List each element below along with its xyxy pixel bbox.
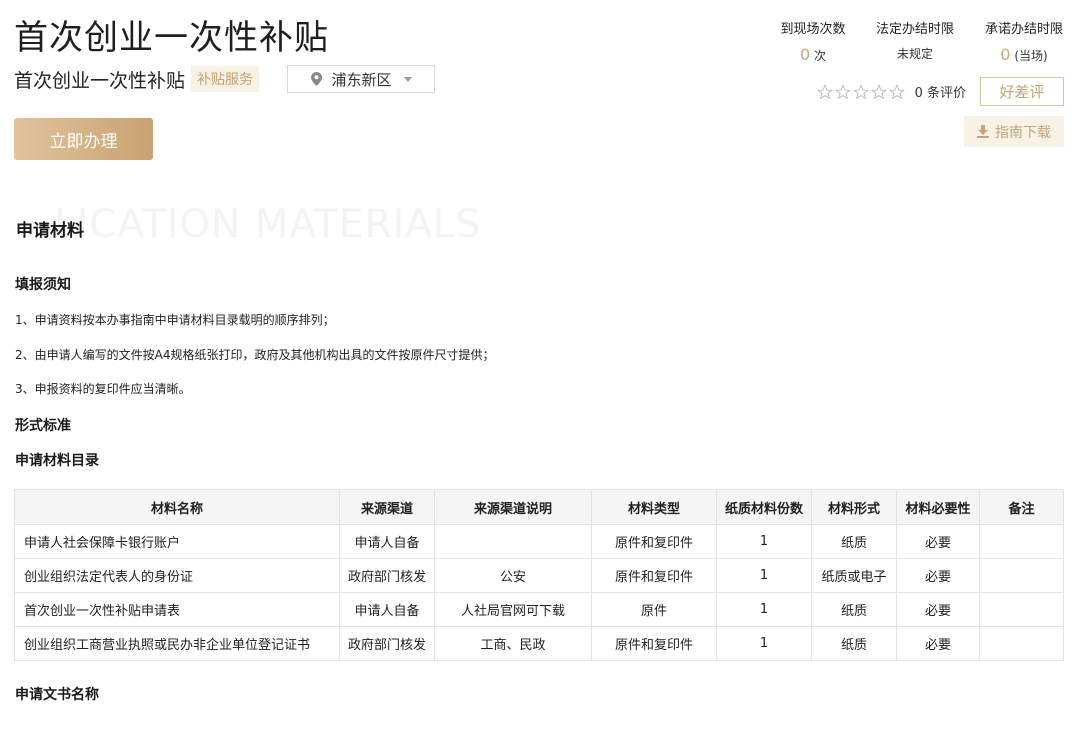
table-cell: 1: [716, 592, 812, 627]
table-cell: 必要: [896, 626, 980, 661]
table-cell: 政府部门核发: [339, 558, 435, 593]
table-row: 创业组织法定代表人的身份证 政府部门核发 公安 原件和复印件 1 纸质或电子 必…: [14, 558, 1064, 593]
table-cell: [979, 626, 1064, 661]
region-select[interactable]: 浦东新区: [287, 65, 436, 93]
table-cell: 创业组织法定代表人的身份证: [14, 558, 340, 593]
catalog-title: 申请材料目录: [15, 453, 99, 469]
table-cell: 申请人社会保障卡银行账户: [14, 524, 340, 559]
stat-visits: 到现场次数 0 次: [780, 18, 846, 64]
table-cell: 创业组织工商营业执照或民办非企业单位登记证书: [14, 626, 340, 661]
stat-value: 未规定: [896, 47, 933, 61]
section-title: 申请材料: [16, 221, 84, 241]
chevron-down-icon: [403, 76, 412, 82]
format-title: 形式标准: [15, 418, 71, 434]
stat-label: 到现场次数: [780, 22, 846, 37]
notice-item: 3、申报资料的复印件应当清晰。: [15, 382, 191, 396]
column-header: 备注: [979, 489, 1064, 525]
column-header: 材料名称: [14, 489, 340, 525]
table-cell: 必要: [896, 592, 980, 627]
column-header: 材料必要性: [896, 489, 980, 525]
section-watermark: LICATION MATERIALS: [54, 202, 482, 247]
table-cell: 申请人自备: [339, 524, 435, 559]
download-icon: [977, 125, 989, 138]
stat-value: 0: [1000, 45, 1011, 64]
star-icon[interactable]: [834, 83, 851, 100]
stat-label: 承诺办结时限: [984, 22, 1063, 37]
region-label: 浦东新区: [331, 70, 392, 89]
table-cell: 人社局官网可下载: [434, 592, 592, 627]
stat-value: 0: [799, 45, 811, 64]
apply-now-button[interactable]: 立即办理: [14, 118, 153, 160]
location-pin-icon: [310, 72, 322, 86]
table-row: 申请人社会保障卡银行账户 申请人自备 原件和复印件 1 纸质 必要: [14, 524, 1064, 559]
page-title: 首次创业一次性补贴: [14, 18, 329, 58]
table-cell: 公安: [434, 558, 592, 593]
subtitle: 首次创业一次性补贴: [14, 69, 186, 92]
star-rating: [816, 83, 905, 100]
star-icon[interactable]: [852, 83, 869, 100]
stat-label: 法定办结时限: [875, 22, 954, 37]
table-cell: 原件和复印件: [591, 558, 717, 593]
download-label: 指南下载: [995, 124, 1051, 141]
table-row: 创业组织工商营业执照或民办非企业单位登记证书 政府部门核发 工商、民政 原件和复…: [14, 626, 1064, 661]
notice-title: 填报须知: [15, 277, 71, 293]
section-header: LICATION MATERIALS 申请材料: [14, 202, 614, 250]
table-cell: 纸质: [811, 592, 897, 627]
column-header: 纸质材料份数: [716, 489, 812, 525]
materials-table: 材料名称 来源渠道 来源渠道说明 材料类型 纸质材料份数 材料形式 材料必要性 …: [14, 489, 1064, 661]
table-cell: 政府部门核发: [339, 626, 435, 661]
table-cell: [979, 592, 1064, 627]
table-cell: [434, 524, 592, 559]
documents-title: 申请文书名称: [15, 687, 99, 703]
table-cell: 原件和复印件: [591, 524, 717, 559]
guide-download-button[interactable]: 指南下载: [964, 116, 1064, 147]
stat-unit: (当场): [1014, 49, 1048, 63]
table-cell: 首次创业一次性补贴申请表: [14, 592, 340, 627]
review-button[interactable]: 好差评: [980, 77, 1064, 106]
subtitle-row: 首次创业一次性补贴 补贴服务 浦东新区: [14, 65, 436, 93]
stat-unit: 次: [814, 49, 827, 63]
column-header: 材料形式: [811, 489, 897, 525]
star-icon[interactable]: [816, 83, 833, 100]
table-header-row: 材料名称 来源渠道 来源渠道说明 材料类型 纸质材料份数 材料形式 材料必要性 …: [14, 489, 1064, 525]
rating-row: 0 条评价 好差评: [816, 77, 1064, 106]
stats-panel: 到现场次数 0 次 法定办结时限 未规定 承诺办结时限 0 (当场): [780, 18, 1064, 64]
review-count: 0 条评价: [914, 86, 966, 101]
table-cell: 申请人自备: [339, 592, 435, 627]
table-cell: 必要: [896, 524, 980, 559]
column-header: 来源渠道: [339, 489, 435, 525]
table-cell: [979, 524, 1064, 559]
stat-promised-limit: 承诺办结时限 0 (当场): [984, 18, 1064, 64]
stat-legal-limit: 法定办结时限 未规定: [874, 18, 956, 63]
star-icon[interactable]: [888, 83, 905, 100]
table-cell: 纸质: [811, 524, 897, 559]
table-cell: 纸质: [811, 626, 897, 661]
table-cell: 1: [716, 558, 812, 593]
table-cell: 必要: [896, 558, 980, 593]
table-cell: 原件: [591, 592, 717, 627]
notice-item: 1、申请资料按本办事指南中申请材料目录载明的顺序排列；: [15, 313, 335, 327]
star-icon[interactable]: [870, 83, 887, 100]
notice-item: 2、由申请人编写的文件按A4规格纸张打印，政府及其他机构出具的文件按原件尺寸提供…: [15, 348, 495, 362]
table-cell: 纸质或电子: [811, 558, 897, 593]
table-cell: 1: [716, 524, 812, 559]
category-tag: 补贴服务: [191, 66, 260, 92]
table-cell: 工商、民政: [434, 626, 592, 661]
table-cell: 原件和复印件: [591, 626, 717, 661]
table-cell: 1: [716, 626, 812, 661]
table-cell: [979, 558, 1064, 593]
column-header: 来源渠道说明: [434, 489, 592, 525]
column-header: 材料类型: [591, 489, 717, 525]
table-row: 首次创业一次性补贴申请表 申请人自备 人社局官网可下载 原件 1 纸质 必要: [14, 592, 1064, 627]
